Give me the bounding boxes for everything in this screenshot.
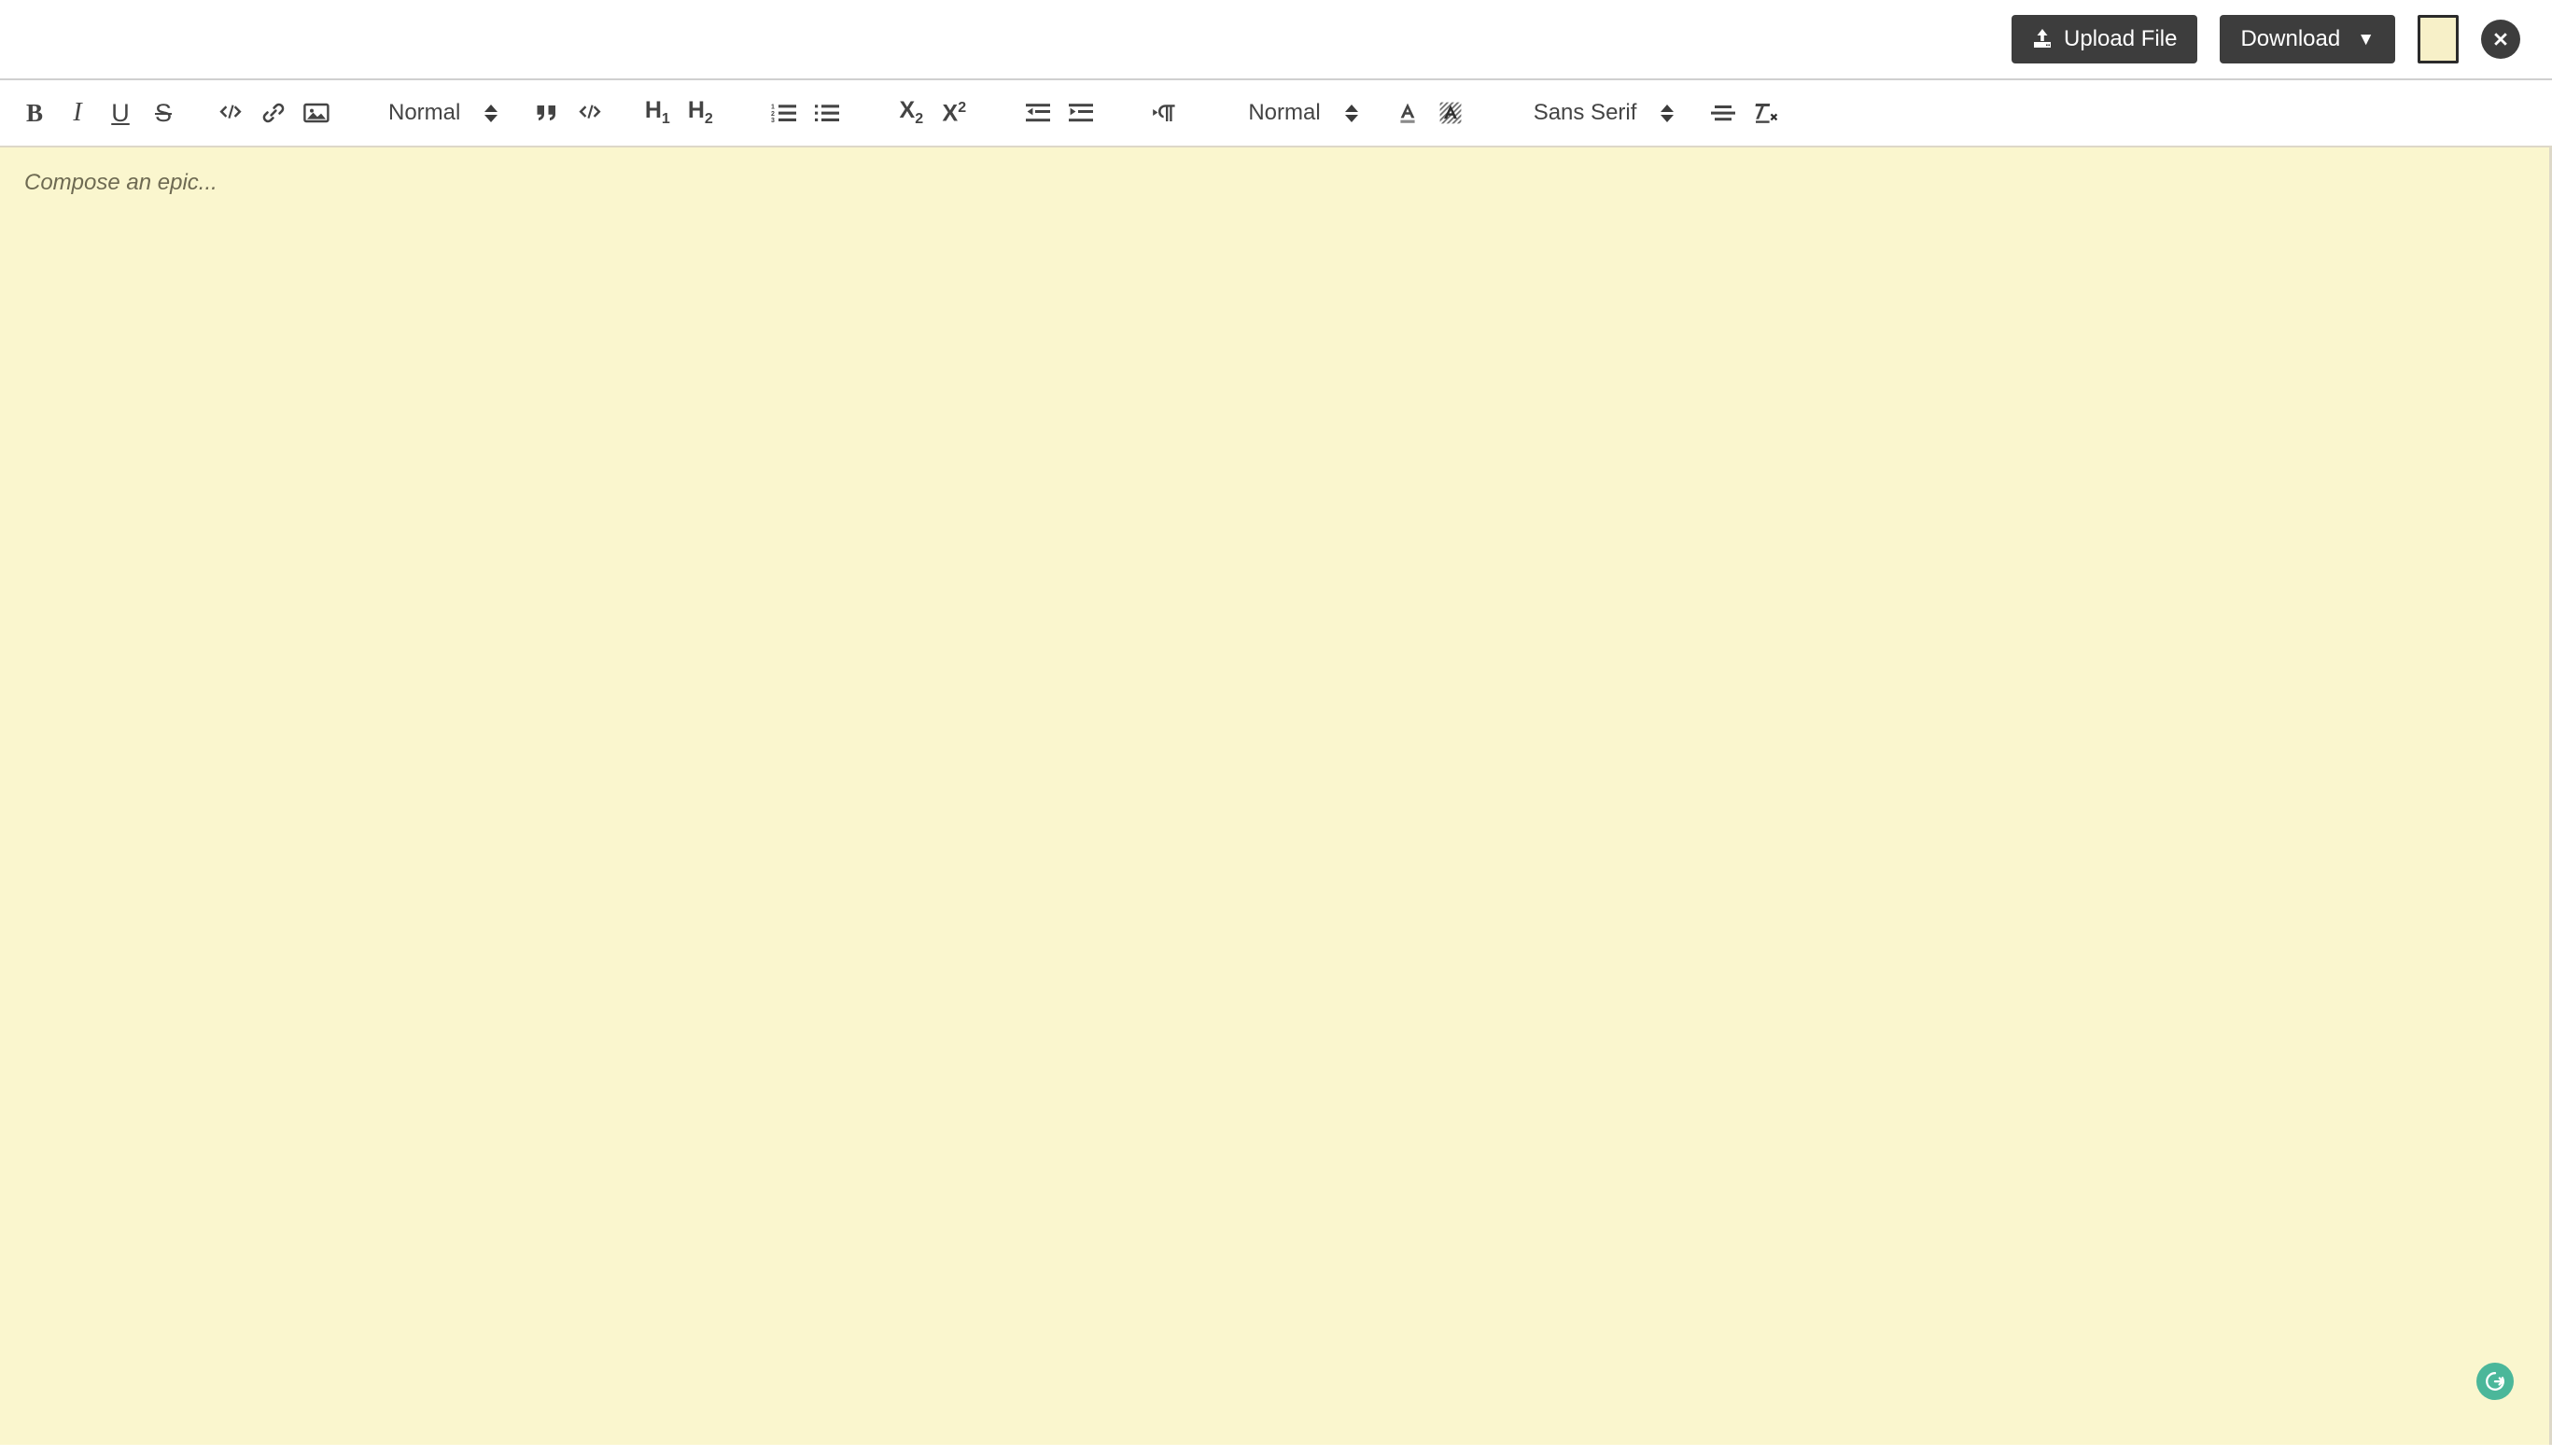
- download-button[interactable]: Download ▼: [2220, 15, 2395, 63]
- code-block-icon: [576, 103, 604, 123]
- toolbar-group-headings: H1 H2: [636, 80, 722, 146]
- h1-icon: H1: [644, 97, 670, 127]
- bullet-list-button[interactable]: [806, 91, 848, 135]
- upload-icon: [2032, 28, 2053, 50]
- clear-formatting-icon: [1753, 101, 1779, 125]
- chevron-updown-icon: [484, 104, 498, 122]
- inline-code-button[interactable]: [209, 91, 252, 135]
- upload-file-button[interactable]: Upload File: [2012, 15, 2198, 63]
- grammarly-badge[interactable]: [2476, 1363, 2514, 1400]
- editor-container: Compose an epic...: [0, 147, 2552, 1445]
- close-icon: [2490, 29, 2511, 49]
- app-header: Upload File Download ▼: [0, 0, 2552, 80]
- font-color-icon: [1395, 101, 1421, 125]
- font-size-select[interactable]: Normal: [1239, 91, 1361, 135]
- blockquote-button[interactable]: [526, 91, 568, 135]
- align-left-icon: [1710, 103, 1736, 123]
- editor-placeholder: Compose an epic...: [24, 170, 217, 195]
- superscript-button[interactable]: X2: [932, 91, 975, 135]
- bold-icon: B: [25, 98, 43, 127]
- heading1-button[interactable]: H1: [636, 91, 679, 135]
- font-color-button[interactable]: [1386, 91, 1429, 135]
- code-icon: [217, 103, 245, 123]
- ordered-list-icon: 1 2 3: [771, 102, 797, 124]
- font-size-label: Normal: [1248, 100, 1321, 125]
- svg-text:1: 1: [771, 105, 775, 111]
- header-actions: Upload File Download ▼: [2012, 15, 2535, 63]
- toolbar-group-block: Normal: [379, 80, 501, 146]
- strikethrough-icon: S: [154, 98, 172, 127]
- toolbar-group-lists: 1 2 3: [763, 80, 848, 146]
- link-icon: [261, 101, 286, 125]
- svg-text:3: 3: [771, 118, 775, 124]
- h2-icon: H2: [687, 97, 713, 127]
- text-direction-button[interactable]: [1143, 91, 1186, 135]
- block-format-select[interactable]: Normal: [379, 91, 501, 135]
- toolbar-group-quote: [526, 80, 611, 146]
- superscript-icon: X2: [942, 99, 967, 127]
- indent-icon: [1068, 102, 1094, 124]
- font-family-select[interactable]: Sans Serif: [1524, 91, 1678, 135]
- svg-text:2: 2: [771, 111, 775, 118]
- outdent-button[interactable]: [1017, 91, 1059, 135]
- download-label: Download: [2240, 26, 2341, 51]
- italic-button[interactable]: I: [56, 91, 99, 135]
- toolbar-group-colors: [1386, 80, 1472, 146]
- align-button[interactable]: [1702, 91, 1745, 135]
- chevron-down-icon: ▼: [2357, 29, 2375, 49]
- subscript-icon: X2: [899, 97, 924, 127]
- link-button[interactable]: [252, 91, 295, 135]
- close-button[interactable]: [2481, 20, 2520, 59]
- clear-formatting-button[interactable]: [1745, 91, 1788, 135]
- bullet-list-icon: [814, 102, 840, 124]
- toolbar-group-font: Sans Serif: [1524, 80, 1678, 146]
- indent-button[interactable]: [1059, 91, 1102, 135]
- underline-icon: U: [111, 98, 130, 127]
- italic-icon: I: [73, 98, 82, 127]
- code-block-button[interactable]: [568, 91, 611, 135]
- editor-text-area[interactable]: Compose an epic...: [0, 147, 2549, 1445]
- toolbar-group-inline: B I U S: [13, 80, 185, 146]
- toolbar-group-direction: [1143, 80, 1186, 146]
- chevron-updown-icon: [1344, 104, 1358, 122]
- insert-image-button[interactable]: [295, 91, 338, 135]
- chevron-updown-icon: [1661, 104, 1675, 122]
- block-format-label: Normal: [388, 100, 461, 125]
- toolbar-group-insert: [209, 80, 338, 146]
- toolbar-group-size: Normal: [1239, 80, 1361, 146]
- upload-file-label: Upload File: [2064, 26, 2178, 51]
- toolbar-group-script: X2 X2: [890, 80, 975, 146]
- ordered-list-button[interactable]: 1 2 3: [763, 91, 806, 135]
- image-icon: [303, 102, 330, 124]
- font-family-label: Sans Serif: [1533, 100, 1637, 125]
- strikethrough-button[interactable]: S: [142, 91, 185, 135]
- bold-button[interactable]: B: [13, 91, 56, 135]
- bottom-strip: [0, 1445, 2552, 1456]
- formatting-toolbar: B I U S Normal H1 H2 1 2 3 X2 X2 Normal …: [0, 80, 2552, 147]
- background-color-button[interactable]: [1429, 91, 1472, 135]
- background-color-icon: [1437, 101, 1464, 125]
- text-direction-icon: [1152, 102, 1178, 124]
- subscript-button[interactable]: X2: [890, 91, 932, 135]
- toolbar-group-indent: [1017, 80, 1102, 146]
- editor-application: Upload File Download ▼ B I U S Normal H1…: [0, 0, 2552, 1456]
- heading2-button[interactable]: H2: [679, 91, 722, 135]
- blockquote-icon: [535, 103, 559, 123]
- outdent-icon: [1025, 102, 1051, 124]
- underline-button[interactable]: U: [99, 91, 142, 135]
- toolbar-group-align: [1702, 80, 1788, 146]
- grammarly-icon: [2483, 1369, 2507, 1393]
- background-color-swatch[interactable]: [2418, 15, 2459, 63]
